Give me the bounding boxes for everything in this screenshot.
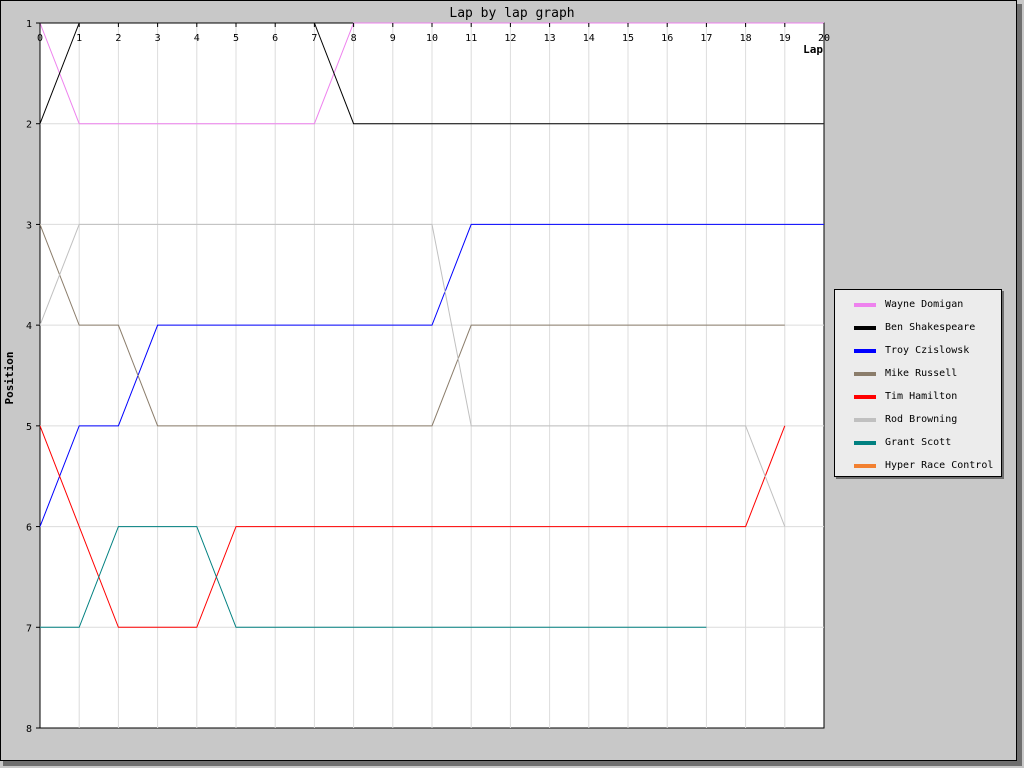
x-tick-label: 7 [311, 33, 317, 44]
chart-legend: Wayne Domigan Ben Shakespeare Troy Czislow… [834, 289, 1002, 477]
legend-label: Hyper Race Control [885, 460, 994, 471]
legend-swatch [854, 348, 876, 353]
x-tick-label: 18 [740, 33, 752, 44]
y-tick-label: 7 [26, 623, 32, 634]
x-axis-label: Lap [803, 43, 823, 56]
legend-swatch [854, 302, 876, 307]
legend-label: Grant Scott [885, 437, 952, 448]
legend-swatch [854, 325, 876, 330]
x-tick-label: 4 [194, 33, 200, 44]
legend-item-mike-russell: Mike Russell [835, 362, 1001, 385]
x-tick-label: 5 [233, 33, 239, 44]
y-tick-label: 8 [26, 724, 32, 735]
legend-label: Ben Shakespeare [885, 322, 976, 333]
legend-label: Rod Browning [885, 414, 958, 425]
grid-lines [40, 23, 824, 728]
frame-shadow-right [1017, 4, 1022, 766]
x-tick-label: 9 [390, 33, 396, 44]
legend-swatch [854, 417, 876, 422]
legend-item-tim-hamilton: Tim Hamilton [835, 385, 1001, 408]
legend-label: Mike Russell [885, 368, 958, 379]
legend-label: Troy Czislowsk [885, 345, 970, 356]
frame-shadow-bottom [3, 761, 1019, 766]
x-tick-label: 11 [465, 33, 477, 44]
x-tick-label: 10 [426, 33, 438, 44]
x-tick-label: 1 [76, 33, 82, 44]
legend-swatch [854, 394, 876, 399]
x-tick-label: 13 [544, 33, 556, 44]
x-tick-label: 14 [583, 33, 595, 44]
y-tick-label: 1 [26, 19, 32, 30]
x-tick-label: 17 [700, 33, 712, 44]
x-tick-label: 2 [115, 33, 121, 44]
legend-swatch [854, 440, 876, 445]
legend-item-ben-shakespeare: Ben Shakespeare [835, 316, 1001, 339]
y-tick-label: 5 [26, 422, 32, 433]
y-tick-label: 6 [26, 523, 32, 534]
x-tick-label: 8 [351, 33, 357, 44]
legend-label: Tim Hamilton [885, 391, 958, 402]
y-tick-label: 2 [26, 120, 32, 131]
legend-item-troy-czislowsk: Troy Czislowsk [835, 339, 1001, 362]
legend-item-wayne-domigan: Wayne Domigan [835, 293, 1001, 316]
y-tick-label: 3 [26, 220, 32, 231]
x-tick-label: 15 [622, 33, 634, 44]
legend-label: Wayne Domigan [885, 299, 964, 310]
legend-item-rod-browning: Rod Browning [835, 408, 1001, 431]
legend-item-grant-scott: Grant Scott [835, 431, 1001, 454]
x-tick-label: 19 [779, 33, 791, 44]
legend-item-hyper-race-control: Hyper Race Control [835, 454, 1001, 477]
chart-title: Lap by lap graph [449, 6, 574, 21]
y-tick-label: 4 [26, 321, 32, 332]
x-tick-label: 16 [661, 33, 673, 44]
x-tick-label: 6 [272, 33, 278, 44]
legend-swatch [854, 371, 876, 376]
x-tick-label: 12 [504, 33, 516, 44]
x-tick-label: 3 [155, 33, 161, 44]
x-tick-label: 0 [37, 33, 43, 44]
legend-swatch [854, 463, 876, 468]
chart-canvas: 0 1 2 3 4 5 6 7 8 9 10 11 12 13 14 15 16 17 18 19 20 1 2 3 4 5 6 7 8… [0, 0, 1024, 768]
y-axis-label: Position [3, 352, 16, 405]
